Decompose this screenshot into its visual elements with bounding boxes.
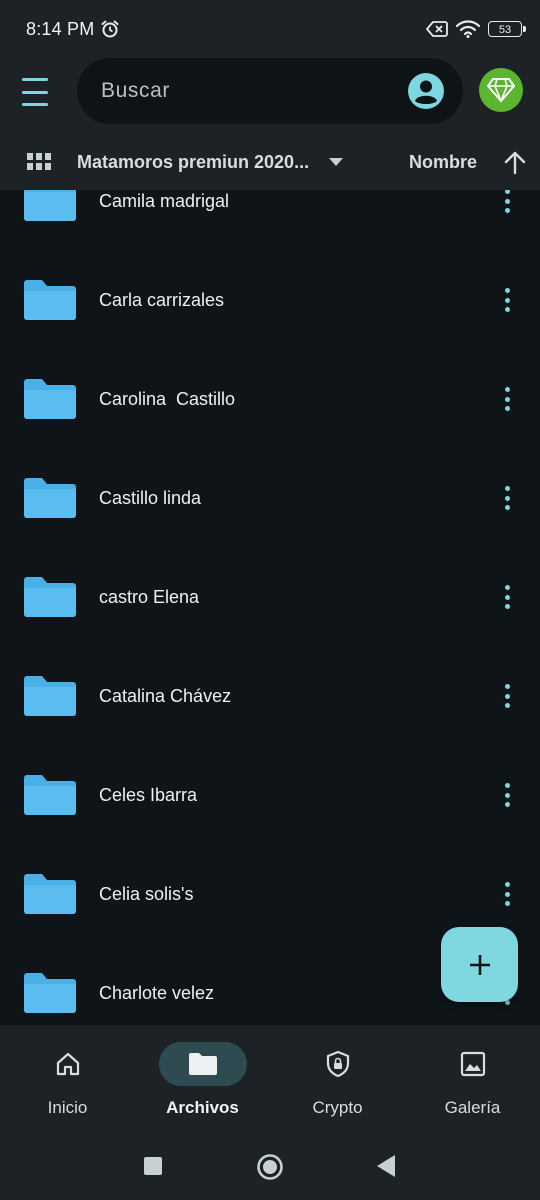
back-button-icon[interactable] <box>375 1154 397 1178</box>
nav-archivos[interactable]: Archivos <box>135 1025 270 1137</box>
sort-label[interactable]: Nombre <box>409 152 477 173</box>
menu-icon[interactable] <box>22 78 56 106</box>
search-input[interactable] <box>99 78 393 104</box>
nav-label: Archivos <box>166 1098 239 1117</box>
file-item[interactable]: castro Elena <box>0 498 540 617</box>
nav-icon-container <box>294 1042 382 1086</box>
image-icon <box>460 1051 485 1077</box>
file-item[interactable]: Carolina Castillo <box>0 300 540 419</box>
top-app-bar <box>0 58 540 126</box>
shield-lock-icon <box>326 1050 349 1078</box>
file-item[interactable]: Camila madrigal <box>0 190 540 221</box>
battery-icon: 53 <box>488 21 526 37</box>
path-bar: Matamoros premiun 2020... Nombre <box>0 126 540 190</box>
file-item[interactable]: Carla carrizales <box>0 201 540 320</box>
sort-arrow-up-icon[interactable] <box>502 150 528 176</box>
system-navigation <box>0 1137 540 1200</box>
nav-icon-container <box>158 1042 247 1086</box>
folder-icon <box>24 973 76 1013</box>
nav-crypto[interactable]: Crypto <box>270 1025 405 1137</box>
dropdown-caret-icon[interactable] <box>329 158 343 166</box>
status-bar: 8:14 PM 53 <box>0 0 540 58</box>
account-icon[interactable] <box>407 72 445 110</box>
nav-galeria[interactable]: Galería <box>405 1025 540 1137</box>
grid-view-icon[interactable] <box>27 153 51 171</box>
search-bar[interactable] <box>77 58 463 124</box>
file-name: Charlote velez <box>99 983 215 1003</box>
premium-button[interactable] <box>479 68 523 112</box>
file-item[interactable]: Castillo linda <box>0 399 540 518</box>
file-item[interactable]: Celia solis's <box>0 795 540 914</box>
diamond-icon <box>487 78 515 102</box>
nav-inicio[interactable]: Inicio <box>0 1025 135 1137</box>
plus-icon <box>469 954 490 975</box>
file-item[interactable]: Catalina Chávez <box>0 597 540 716</box>
nav-label: Inicio <box>47 1098 88 1117</box>
alarm-icon <box>101 20 119 38</box>
recents-button-icon[interactable] <box>143 1156 163 1176</box>
folder-icon <box>188 1053 217 1075</box>
bottom-navigation: Inicio Archivos Crypto Galería <box>0 1025 540 1137</box>
status-right: 53 <box>426 20 526 38</box>
status-left: 8:14 PM <box>26 19 120 40</box>
sim-error-icon <box>426 21 448 37</box>
nav-label: Crypto <box>312 1098 363 1117</box>
status-time: 8:14 PM <box>26 18 95 39</box>
file-list: Camila madrigal Carla carrizales Carolina … <box>0 190 540 1025</box>
home-icon <box>56 1052 79 1076</box>
file-item[interactable]: Celes Ibarra <box>0 696 540 815</box>
nav-label: Galería <box>444 1098 501 1117</box>
add-button[interactable] <box>441 927 518 1002</box>
nav-icon-container <box>24 1042 112 1086</box>
folder-title[interactable]: Matamoros premiun 2020... <box>77 152 309 173</box>
wifi-icon <box>456 20 480 38</box>
nav-icon-container <box>429 1042 517 1086</box>
home-button-icon[interactable] <box>256 1153 284 1181</box>
